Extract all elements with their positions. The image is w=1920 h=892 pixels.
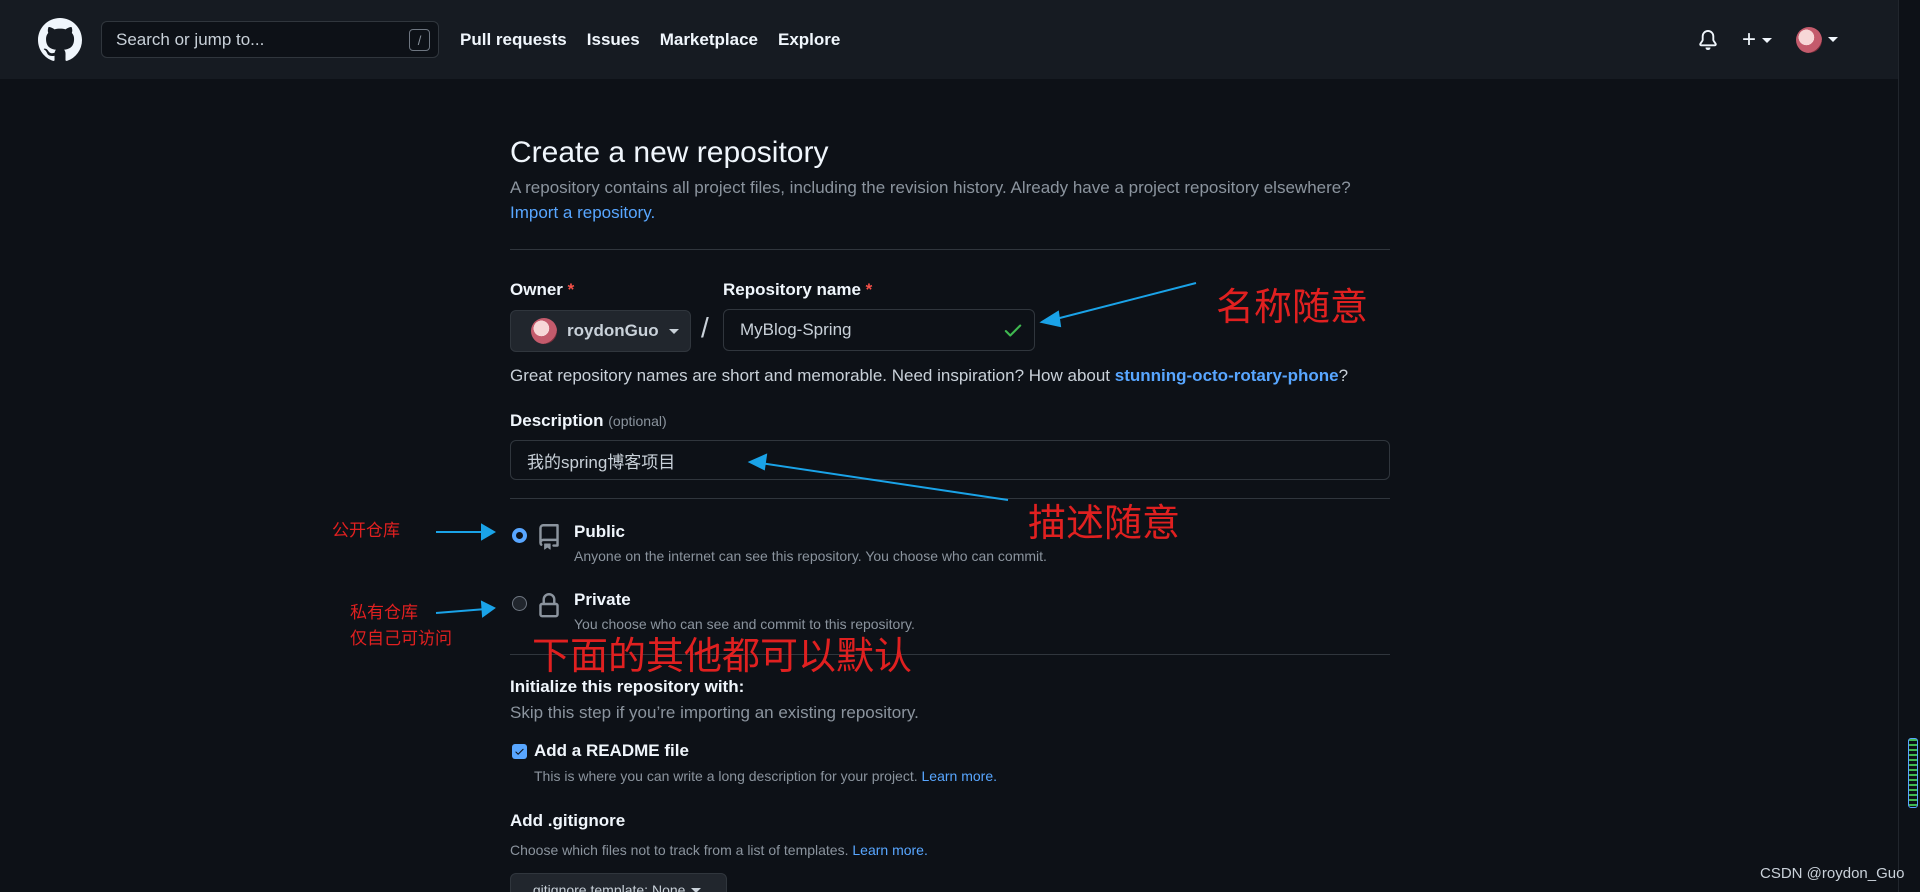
readme-title: Add a README file xyxy=(534,741,689,760)
readme-checkbox[interactable] xyxy=(512,744,527,759)
scroll-indicator[interactable] xyxy=(1908,738,1918,808)
watermark: CSDN @roydon_Guo xyxy=(1760,865,1905,882)
description-annotation: 描述随意 xyxy=(1028,501,1181,545)
owner-repo-separator: / xyxy=(701,312,709,343)
public-desc: Anyone on the internet can see this repo… xyxy=(574,548,1047,564)
public-annotation: 公开仓库 xyxy=(332,521,400,541)
description-input[interactable]: 我的spring博客项目 xyxy=(510,440,1390,480)
chevron-down-icon xyxy=(668,328,679,334)
plus-icon: + xyxy=(1741,25,1756,53)
repository-name-input[interactable]: MyBlog-Spring xyxy=(723,309,1035,351)
import-repository-link[interactable]: Import a repository. xyxy=(510,203,655,223)
create-new-menu[interactable]: + xyxy=(1742,26,1772,54)
private-annotation-line1: 私有仓库 xyxy=(350,603,418,623)
readme-desc: This is where you can write a long descr… xyxy=(534,768,997,784)
owner-label: Owner * xyxy=(510,280,575,299)
private-annotation-line2: 仅自己可访问 xyxy=(350,629,452,649)
avatar xyxy=(1796,26,1822,53)
github-logo-icon[interactable] xyxy=(38,18,82,62)
nav-marketplace[interactable]: Marketplace xyxy=(660,30,758,50)
page-title: Create a new repository xyxy=(510,136,829,169)
gitignore-desc: Choose which files not to track from a l… xyxy=(510,842,928,858)
lock-icon xyxy=(539,593,559,618)
nav-issues[interactable]: Issues xyxy=(587,30,640,50)
gitignore-learn-more-link[interactable]: Learn more. xyxy=(852,842,927,858)
divider xyxy=(510,498,1390,499)
divider xyxy=(510,249,1390,250)
name-hint: Great repository names are short and mem… xyxy=(510,366,1349,385)
repo-book-icon xyxy=(539,524,559,550)
check-icon xyxy=(1004,324,1022,337)
defaults-annotation: 下面的其他都可以默认 xyxy=(532,634,913,678)
gitignore-template-select[interactable]: .gitignore template: None xyxy=(510,873,727,892)
chevron-down-icon xyxy=(1828,37,1838,42)
required-mark: * xyxy=(865,280,873,299)
description-label: Description (optional) xyxy=(510,411,667,430)
private-annotation-arrow xyxy=(435,608,487,614)
public-title: Public xyxy=(574,522,626,541)
chevron-down-icon xyxy=(691,887,702,892)
optional-tag: (optional) xyxy=(608,413,667,429)
global-nav: Pull requests Issues Marketplace Explore xyxy=(460,0,840,79)
search-input[interactable]: Search or jump to... / xyxy=(101,21,439,58)
repo-name-label: Repository name * xyxy=(723,280,873,299)
gitignore-template-value: .gitignore template: None xyxy=(529,882,686,892)
required-mark: * xyxy=(567,280,575,299)
description-value: 我的spring博客项目 xyxy=(527,452,676,472)
gitignore-title: Add .gitignore xyxy=(510,811,626,830)
search-placeholder: Search or jump to... xyxy=(116,29,265,49)
owner-avatar xyxy=(531,318,557,344)
nav-pull-requests[interactable]: Pull requests xyxy=(460,30,567,50)
name-annotation-arrow xyxy=(1051,282,1197,321)
owner-value: roydonGuo xyxy=(567,321,659,340)
chevron-down-icon xyxy=(1762,37,1772,43)
check-icon xyxy=(515,748,524,755)
nav-explore[interactable]: Explore xyxy=(778,30,840,50)
owner-select-button[interactable]: roydonGuo xyxy=(510,310,691,352)
header-actions: + xyxy=(1698,0,1838,79)
name-annotation: 名称随意 xyxy=(1216,285,1369,329)
private-radio[interactable] xyxy=(512,596,527,611)
search-shortcut-hint: / xyxy=(409,29,430,51)
repository-name-value: MyBlog-Spring xyxy=(740,320,852,339)
private-title: Private xyxy=(574,590,631,609)
readme-learn-more-link[interactable]: Learn more. xyxy=(922,768,997,784)
page-subtitle: A repository contains all project files,… xyxy=(510,178,1351,197)
suggested-name-link[interactable]: stunning-octo-rotary-phone xyxy=(1115,366,1339,385)
init-subtitle: Skip this step if you’re importing an ex… xyxy=(510,703,919,722)
user-menu[interactable] xyxy=(1796,26,1838,53)
top-header: Search or jump to... / Pull requests Iss… xyxy=(0,0,1898,79)
public-radio[interactable] xyxy=(512,528,527,543)
bell-icon[interactable] xyxy=(1698,29,1718,51)
init-title: Initialize this repository with: xyxy=(510,677,745,696)
